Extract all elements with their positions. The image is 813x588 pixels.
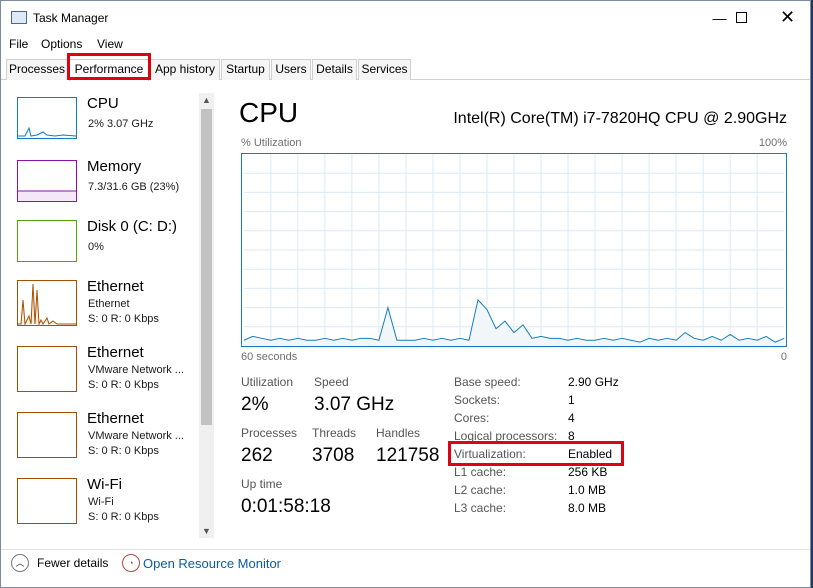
page-title: CPU	[239, 97, 299, 128]
sidebar-subtitle: 2% 3.07 GHz	[88, 118, 154, 130]
spec-label-sockets: Sockets:	[454, 393, 501, 407]
task-manager-icon	[11, 11, 27, 24]
open-resource-monitor-link[interactable]: Open Resource Monitor	[143, 556, 281, 571]
chevron-up-icon[interactable]: ︿	[11, 554, 29, 572]
speed-label: Speed	[314, 375, 349, 389]
sidebar-title: CPU	[87, 95, 119, 112]
spec-label-cores: Cores:	[454, 411, 490, 425]
sidebar-subtitle: VMware Network ...	[88, 430, 184, 442]
sidebar-throughput: S: 0 R: 0 Kbps	[88, 313, 159, 325]
spec-value-l1-cache: 256 KB	[568, 465, 608, 479]
sidebar-title: Memory	[87, 158, 142, 175]
virtualization-highlight	[448, 441, 624, 466]
graph-time-label: 60 seconds	[241, 351, 298, 363]
tab-details[interactable]: Details	[312, 59, 357, 80]
menu-file[interactable]: File	[9, 37, 28, 51]
resource-sidebar: CPU 2% 3.07 GHz Memory 7.3/31.6 GB (23%)…	[1, 89, 213, 541]
close-button[interactable]: ✕	[765, 1, 810, 34]
sidebar-title: Ethernet	[87, 344, 144, 361]
spec-label-l3-cache: L3 cache:	[454, 501, 507, 515]
sidebar-subtitle: Ethernet	[88, 298, 130, 310]
ethernet-thumbnail	[17, 346, 77, 392]
graph-max-label: 100%	[758, 137, 787, 149]
tab-app-history[interactable]: App history	[150, 59, 220, 80]
title-bar: Task Manager — ✕	[1, 1, 810, 34]
disk-thumbnail	[17, 220, 77, 262]
sidebar-item-disk[interactable]: Disk 0 (C: D:) 0%	[17, 218, 207, 268]
sidebar-item-ethernet-3[interactable]: Ethernet VMware Network ... S: 0 R: 0 Kb…	[17, 410, 207, 460]
sidebar-item-memory[interactable]: Memory 7.3/31.6 GB (23%)	[17, 158, 207, 208]
window-title: Task Manager	[33, 11, 109, 25]
spec-value-base-speed: 2.90 GHz	[568, 375, 619, 389]
sidebar-title: Ethernet	[87, 278, 144, 295]
wifi-thumbnail	[17, 478, 77, 524]
graph-min-label: 0	[780, 351, 787, 363]
utilization-value: 2%	[241, 394, 269, 415]
sidebar-scrollbar[interactable]: ▲ ▼	[199, 93, 214, 538]
task-manager-window: Task Manager — ✕ File Options View Proce…	[0, 0, 811, 588]
menu-view[interactable]: View	[97, 37, 123, 51]
threads-value: 3708	[312, 445, 355, 466]
fewer-details-button[interactable]: Fewer details	[37, 556, 108, 570]
cpu-utilization-graph	[241, 153, 787, 347]
spec-value-l3-cache: 8.0 MB	[568, 501, 607, 515]
handles-value: 121758	[376, 445, 440, 466]
sidebar-subtitle: 0%	[88, 241, 104, 253]
maximize-button[interactable]	[719, 1, 764, 34]
cpu-thumbnail	[17, 97, 77, 139]
memory-thumbnail	[17, 160, 77, 202]
scroll-down-icon[interactable]: ▼	[199, 524, 214, 538]
sidebar-subtitle: Wi-Fi	[88, 496, 114, 508]
tab-startup[interactable]: Startup	[221, 59, 270, 80]
graph-y-label: % Utilization	[241, 137, 302, 149]
spec-label-l1-cache: L1 cache:	[454, 465, 507, 479]
maximize-icon	[736, 12, 747, 23]
sidebar-throughput: S: 0 R: 0 Kbps	[88, 511, 159, 523]
sidebar-item-cpu[interactable]: CPU 2% 3.07 GHz	[17, 95, 207, 145]
spec-label-l2-cache: L2 cache:	[454, 483, 507, 497]
sidebar-subtitle: 7.3/31.6 GB (23%)	[88, 181, 180, 193]
ethernet-thumbnail	[17, 280, 77, 326]
spec-label-base-speed: Base speed:	[454, 375, 521, 389]
uptime-label: Up time	[241, 477, 283, 491]
spec-value-l2-cache: 1.0 MB	[568, 483, 607, 497]
spec-value-sockets: 1	[568, 393, 575, 407]
sidebar-throughput: S: 0 R: 0 Kbps	[88, 379, 159, 391]
scroll-up-icon[interactable]: ▲	[199, 93, 214, 107]
tab-processes[interactable]: Processes	[6, 59, 68, 80]
menu-options[interactable]: Options	[41, 37, 82, 51]
threads-label: Threads	[312, 426, 357, 440]
sidebar-throughput: S: 0 R: 0 Kbps	[88, 445, 159, 457]
speed-value: 3.07 GHz	[314, 394, 395, 415]
processes-value: 262	[241, 445, 273, 466]
sidebar-title: Wi-Fi	[87, 476, 122, 493]
handles-label: Handles	[376, 426, 421, 440]
sidebar-item-ethernet-1[interactable]: Ethernet Ethernet S: 0 R: 0 Kbps	[17, 278, 207, 328]
menu-bar: File Options View	[1, 35, 810, 53]
footer-bar: ︿ Fewer details ◔ Open Resource Monitor	[1, 549, 810, 579]
sidebar-item-ethernet-2[interactable]: Ethernet VMware Network ... S: 0 R: 0 Kb…	[17, 344, 207, 394]
processes-label: Processes	[241, 426, 298, 440]
resource-monitor-icon: ◔	[122, 554, 140, 572]
ethernet-thumbnail	[17, 412, 77, 458]
sidebar-item-wifi[interactable]: Wi-Fi Wi-Fi S: 0 R: 0 Kbps	[17, 476, 207, 526]
utilization-label: Utilization	[241, 375, 294, 389]
scrollbar-thumb[interactable]	[201, 109, 212, 425]
sidebar-title: Disk 0 (C: D:)	[87, 218, 177, 235]
spec-value-cores: 4	[568, 411, 575, 425]
tab-users[interactable]: Users	[271, 59, 311, 80]
sidebar-title: Ethernet	[87, 410, 144, 427]
uptime-value: 0:01:58:18	[241, 496, 331, 517]
sidebar-subtitle: VMware Network ...	[88, 364, 184, 376]
tab-services[interactable]: Services	[358, 59, 411, 80]
cpu-model-name: Intel(R) Core(TM) i7-7820HQ CPU @ 2.90GH…	[453, 110, 787, 127]
performance-tab-highlight	[67, 53, 151, 80]
